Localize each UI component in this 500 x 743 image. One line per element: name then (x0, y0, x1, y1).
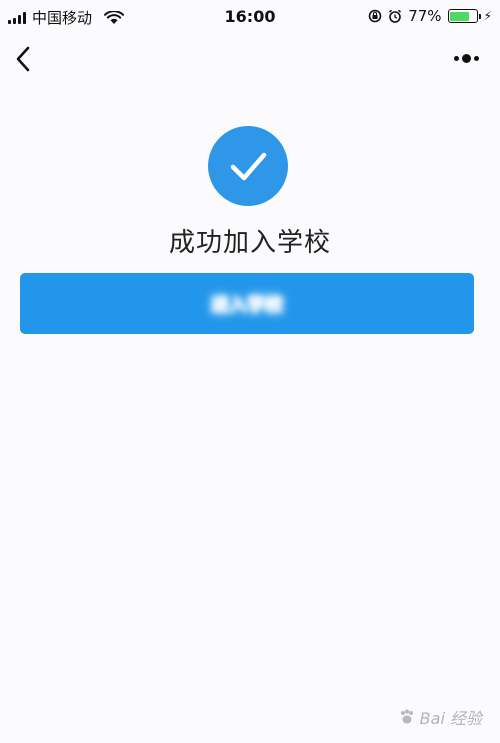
more-dots-icon (461, 53, 471, 63)
chevron-left-icon (16, 46, 30, 72)
success-message: 成功加入学校 (168, 228, 331, 258)
battery-icon (447, 9, 481, 23)
battery-fill (450, 11, 470, 21)
enter-school-button-label: 进入学校 (211, 294, 283, 315)
watermark: Bai 经验 (398, 705, 482, 729)
check-circle-icon (208, 126, 288, 206)
status-bar: 中国移动 16:00 77% ⚡ (0, 0, 500, 34)
more-button[interactable] (448, 48, 484, 68)
paw-logo-icon (400, 709, 413, 724)
back-button[interactable] (8, 42, 38, 76)
more-dots-icon (473, 55, 479, 61)
more-dots-icon (453, 55, 459, 61)
check-icon (230, 152, 267, 181)
enter-school-button[interactable]: 进入学校 (20, 273, 474, 334)
screen: 中国移动 16:00 77% ⚡ 成功加入学校 进入学校 Bai 经验 (0, 0, 500, 743)
alarm-icon (389, 9, 402, 23)
nav-bar (0, 34, 500, 84)
charging-icon: ⚡ (483, 9, 492, 23)
rotation-lock-icon (368, 9, 382, 23)
battery-percent: 77% (408, 7, 442, 25)
watermark-text: Bai 经验 (419, 709, 482, 728)
status-right: 77% ⚡ (368, 7, 492, 25)
